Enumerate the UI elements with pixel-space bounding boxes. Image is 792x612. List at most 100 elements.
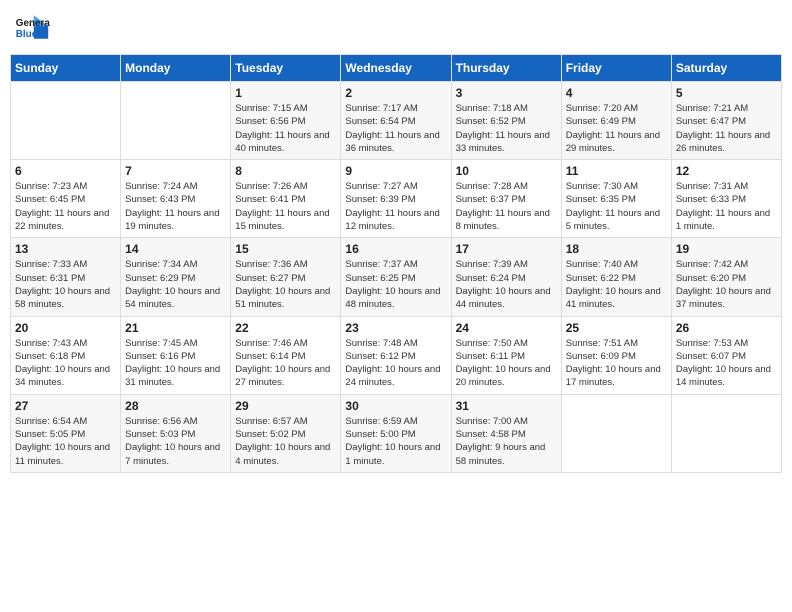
calendar-cell: 29 Sunrise: 6:57 AM Sunset: 5:02 PM Dayli…	[231, 394, 341, 472]
day-info: Sunrise: 7:18 AM Sunset: 6:52 PM Dayligh…	[456, 102, 557, 155]
calendar-cell: 21 Sunrise: 7:45 AM Sunset: 6:16 PM Dayli…	[121, 316, 231, 394]
day-number: 13	[15, 242, 116, 256]
day-number: 30	[345, 399, 446, 413]
day-info: Sunrise: 7:23 AM Sunset: 6:45 PM Dayligh…	[15, 180, 116, 233]
day-number: 19	[676, 242, 777, 256]
day-number: 1	[235, 86, 336, 100]
calendar-cell: 22Sunrise: 7:46 AM Sunset: 6:14 PM Dayli…	[231, 316, 341, 394]
day-number: 31	[456, 399, 557, 413]
day-number: 20	[15, 321, 116, 335]
calendar-week-row: 13 Sunrise: 7:33 AM Sunset: 6:31 PM Dayli…	[11, 238, 782, 316]
day-info: Sunrise: 7:27 AM Sunset: 6:39 PM Dayligh…	[345, 180, 446, 233]
day-info: Sunrise: 7:20 AM Sunset: 6:49 PM Dayligh…	[566, 102, 667, 155]
calendar-cell: 18Sunrise: 7:40 AM Sunset: 6:22 PM Dayli…	[561, 238, 671, 316]
day-number: 8	[235, 164, 336, 178]
day-number: 4	[566, 86, 667, 100]
day-info: Sunrise: 7:26 AM Sunset: 6:41 PM Dayligh…	[235, 180, 336, 233]
day-info: Sunrise: 7:43 AM Sunset: 6:18 PM Dayligh…	[15, 337, 116, 390]
calendar-table: SundayMondayTuesdayWednesdayThursdayFrid…	[10, 54, 782, 473]
day-info: Sunrise: 7:46 AM Sunset: 6:14 PM Dayligh…	[235, 337, 336, 390]
day-info: Sunrise: 7:51 AM Sunset: 6:09 PM Dayligh…	[566, 337, 667, 390]
calendar-cell: 23Sunrise: 7:48 AM Sunset: 6:12 PM Dayli…	[341, 316, 451, 394]
day-number: 10	[456, 164, 557, 178]
weekday-header: Wednesday	[341, 55, 451, 82]
calendar-cell: 26 Sunrise: 7:53 AM Sunset: 6:07 PM Dayli…	[671, 316, 781, 394]
calendar-cell: 13 Sunrise: 7:33 AM Sunset: 6:31 PM Dayli…	[11, 238, 121, 316]
day-info: Sunrise: 7:53 AM Sunset: 6:07 PM Dayligh…	[676, 337, 777, 390]
calendar-cell	[121, 82, 231, 160]
day-number: 21	[125, 321, 226, 335]
day-info: Sunrise: 6:54 AM Sunset: 5:05 PM Dayligh…	[15, 415, 116, 468]
calendar-cell: 19 Sunrise: 7:42 AM Sunset: 6:20 PM Dayli…	[671, 238, 781, 316]
calendar-cell: 8 Sunrise: 7:26 AM Sunset: 6:41 PM Daylig…	[231, 160, 341, 238]
calendar-cell: 15 Sunrise: 7:36 AM Sunset: 6:27 PM Dayli…	[231, 238, 341, 316]
day-number: 3	[456, 86, 557, 100]
day-info: Sunrise: 7:15 AM Sunset: 6:56 PM Dayligh…	[235, 102, 336, 155]
weekday-header: Saturday	[671, 55, 781, 82]
day-info: Sunrise: 7:33 AM Sunset: 6:31 PM Dayligh…	[15, 258, 116, 311]
calendar-cell: 28 Sunrise: 6:56 AM Sunset: 5:03 PM Dayli…	[121, 394, 231, 472]
day-info: Sunrise: 7:00 AM Sunset: 4:58 PM Dayligh…	[456, 415, 557, 468]
day-info: Sunrise: 7:34 AM Sunset: 6:29 PM Dayligh…	[125, 258, 226, 311]
calendar-cell: 5 Sunrise: 7:21 AM Sunset: 6:47 PM Daylig…	[671, 82, 781, 160]
day-info: Sunrise: 6:56 AM Sunset: 5:03 PM Dayligh…	[125, 415, 226, 468]
calendar-cell	[561, 394, 671, 472]
weekday-header: Friday	[561, 55, 671, 82]
day-number: 7	[125, 164, 226, 178]
page-header: General Blue	[10, 10, 782, 46]
svg-text:Blue: Blue	[16, 29, 38, 40]
day-info: Sunrise: 6:59 AM Sunset: 5:00 PM Dayligh…	[345, 415, 446, 468]
day-number: 6	[15, 164, 116, 178]
day-number: 25	[566, 321, 667, 335]
day-info: Sunrise: 7:42 AM Sunset: 6:20 PM Dayligh…	[676, 258, 777, 311]
day-number: 16	[345, 242, 446, 256]
day-info: Sunrise: 7:31 AM Sunset: 6:33 PM Dayligh…	[676, 180, 777, 233]
day-info: Sunrise: 7:37 AM Sunset: 6:25 PM Dayligh…	[345, 258, 446, 311]
day-number: 24	[456, 321, 557, 335]
day-info: Sunrise: 7:45 AM Sunset: 6:16 PM Dayligh…	[125, 337, 226, 390]
day-info: Sunrise: 7:36 AM Sunset: 6:27 PM Dayligh…	[235, 258, 336, 311]
day-number: 14	[125, 242, 226, 256]
day-number: 28	[125, 399, 226, 413]
calendar-cell: 11 Sunrise: 7:30 AM Sunset: 6:35 PM Dayli…	[561, 160, 671, 238]
calendar-cell: 17Sunrise: 7:39 AM Sunset: 6:24 PM Dayli…	[451, 238, 561, 316]
logo: General Blue	[14, 10, 54, 46]
day-info: Sunrise: 6:57 AM Sunset: 5:02 PM Dayligh…	[235, 415, 336, 468]
calendar-week-row: 6 Sunrise: 7:23 AM Sunset: 6:45 PM Daylig…	[11, 160, 782, 238]
calendar-cell: 14 Sunrise: 7:34 AM Sunset: 6:29 PM Dayli…	[121, 238, 231, 316]
logo-icon: General Blue	[14, 10, 50, 46]
calendar-cell: 24Sunrise: 7:50 AM Sunset: 6:11 PM Dayli…	[451, 316, 561, 394]
calendar-cell	[671, 394, 781, 472]
day-number: 26	[676, 321, 777, 335]
day-number: 23	[345, 321, 446, 335]
calendar-cell: 31 Sunrise: 7:00 AM Sunset: 4:58 PM Dayli…	[451, 394, 561, 472]
day-info: Sunrise: 7:28 AM Sunset: 6:37 PM Dayligh…	[456, 180, 557, 233]
day-info: Sunrise: 7:17 AM Sunset: 6:54 PM Dayligh…	[345, 102, 446, 155]
svg-text:General: General	[16, 18, 50, 29]
weekday-header: Thursday	[451, 55, 561, 82]
day-info: Sunrise: 7:40 AM Sunset: 6:22 PM Dayligh…	[566, 258, 667, 311]
day-info: Sunrise: 7:30 AM Sunset: 6:35 PM Dayligh…	[566, 180, 667, 233]
calendar-cell: 30 Sunrise: 6:59 AM Sunset: 5:00 PM Dayli…	[341, 394, 451, 472]
calendar-cell: 10 Sunrise: 7:28 AM Sunset: 6:37 PM Dayli…	[451, 160, 561, 238]
calendar-cell: 9 Sunrise: 7:27 AM Sunset: 6:39 PM Daylig…	[341, 160, 451, 238]
calendar-cell: 2 Sunrise: 7:17 AM Sunset: 6:54 PM Daylig…	[341, 82, 451, 160]
calendar-week-row: 20 Sunrise: 7:43 AM Sunset: 6:18 PM Dayli…	[11, 316, 782, 394]
calendar-cell: 16 Sunrise: 7:37 AM Sunset: 6:25 PM Dayli…	[341, 238, 451, 316]
calendar-cell	[11, 82, 121, 160]
day-number: 9	[345, 164, 446, 178]
day-number: 2	[345, 86, 446, 100]
calendar-week-row: 1 Sunrise: 7:15 AM Sunset: 6:56 PM Daylig…	[11, 82, 782, 160]
day-number: 29	[235, 399, 336, 413]
calendar-cell: 20 Sunrise: 7:43 AM Sunset: 6:18 PM Dayli…	[11, 316, 121, 394]
calendar-cell: 27Sunrise: 6:54 AM Sunset: 5:05 PM Dayli…	[11, 394, 121, 472]
calendar-cell: 25 Sunrise: 7:51 AM Sunset: 6:09 PM Dayli…	[561, 316, 671, 394]
calendar-cell: 4 Sunrise: 7:20 AM Sunset: 6:49 PM Daylig…	[561, 82, 671, 160]
day-number: 5	[676, 86, 777, 100]
day-number: 15	[235, 242, 336, 256]
day-number: 11	[566, 164, 667, 178]
day-info: Sunrise: 7:21 AM Sunset: 6:47 PM Dayligh…	[676, 102, 777, 155]
weekday-row: SundayMondayTuesdayWednesdayThursdayFrid…	[11, 55, 782, 82]
day-info: Sunrise: 7:39 AM Sunset: 6:24 PM Dayligh…	[456, 258, 557, 311]
day-number: 12	[676, 164, 777, 178]
